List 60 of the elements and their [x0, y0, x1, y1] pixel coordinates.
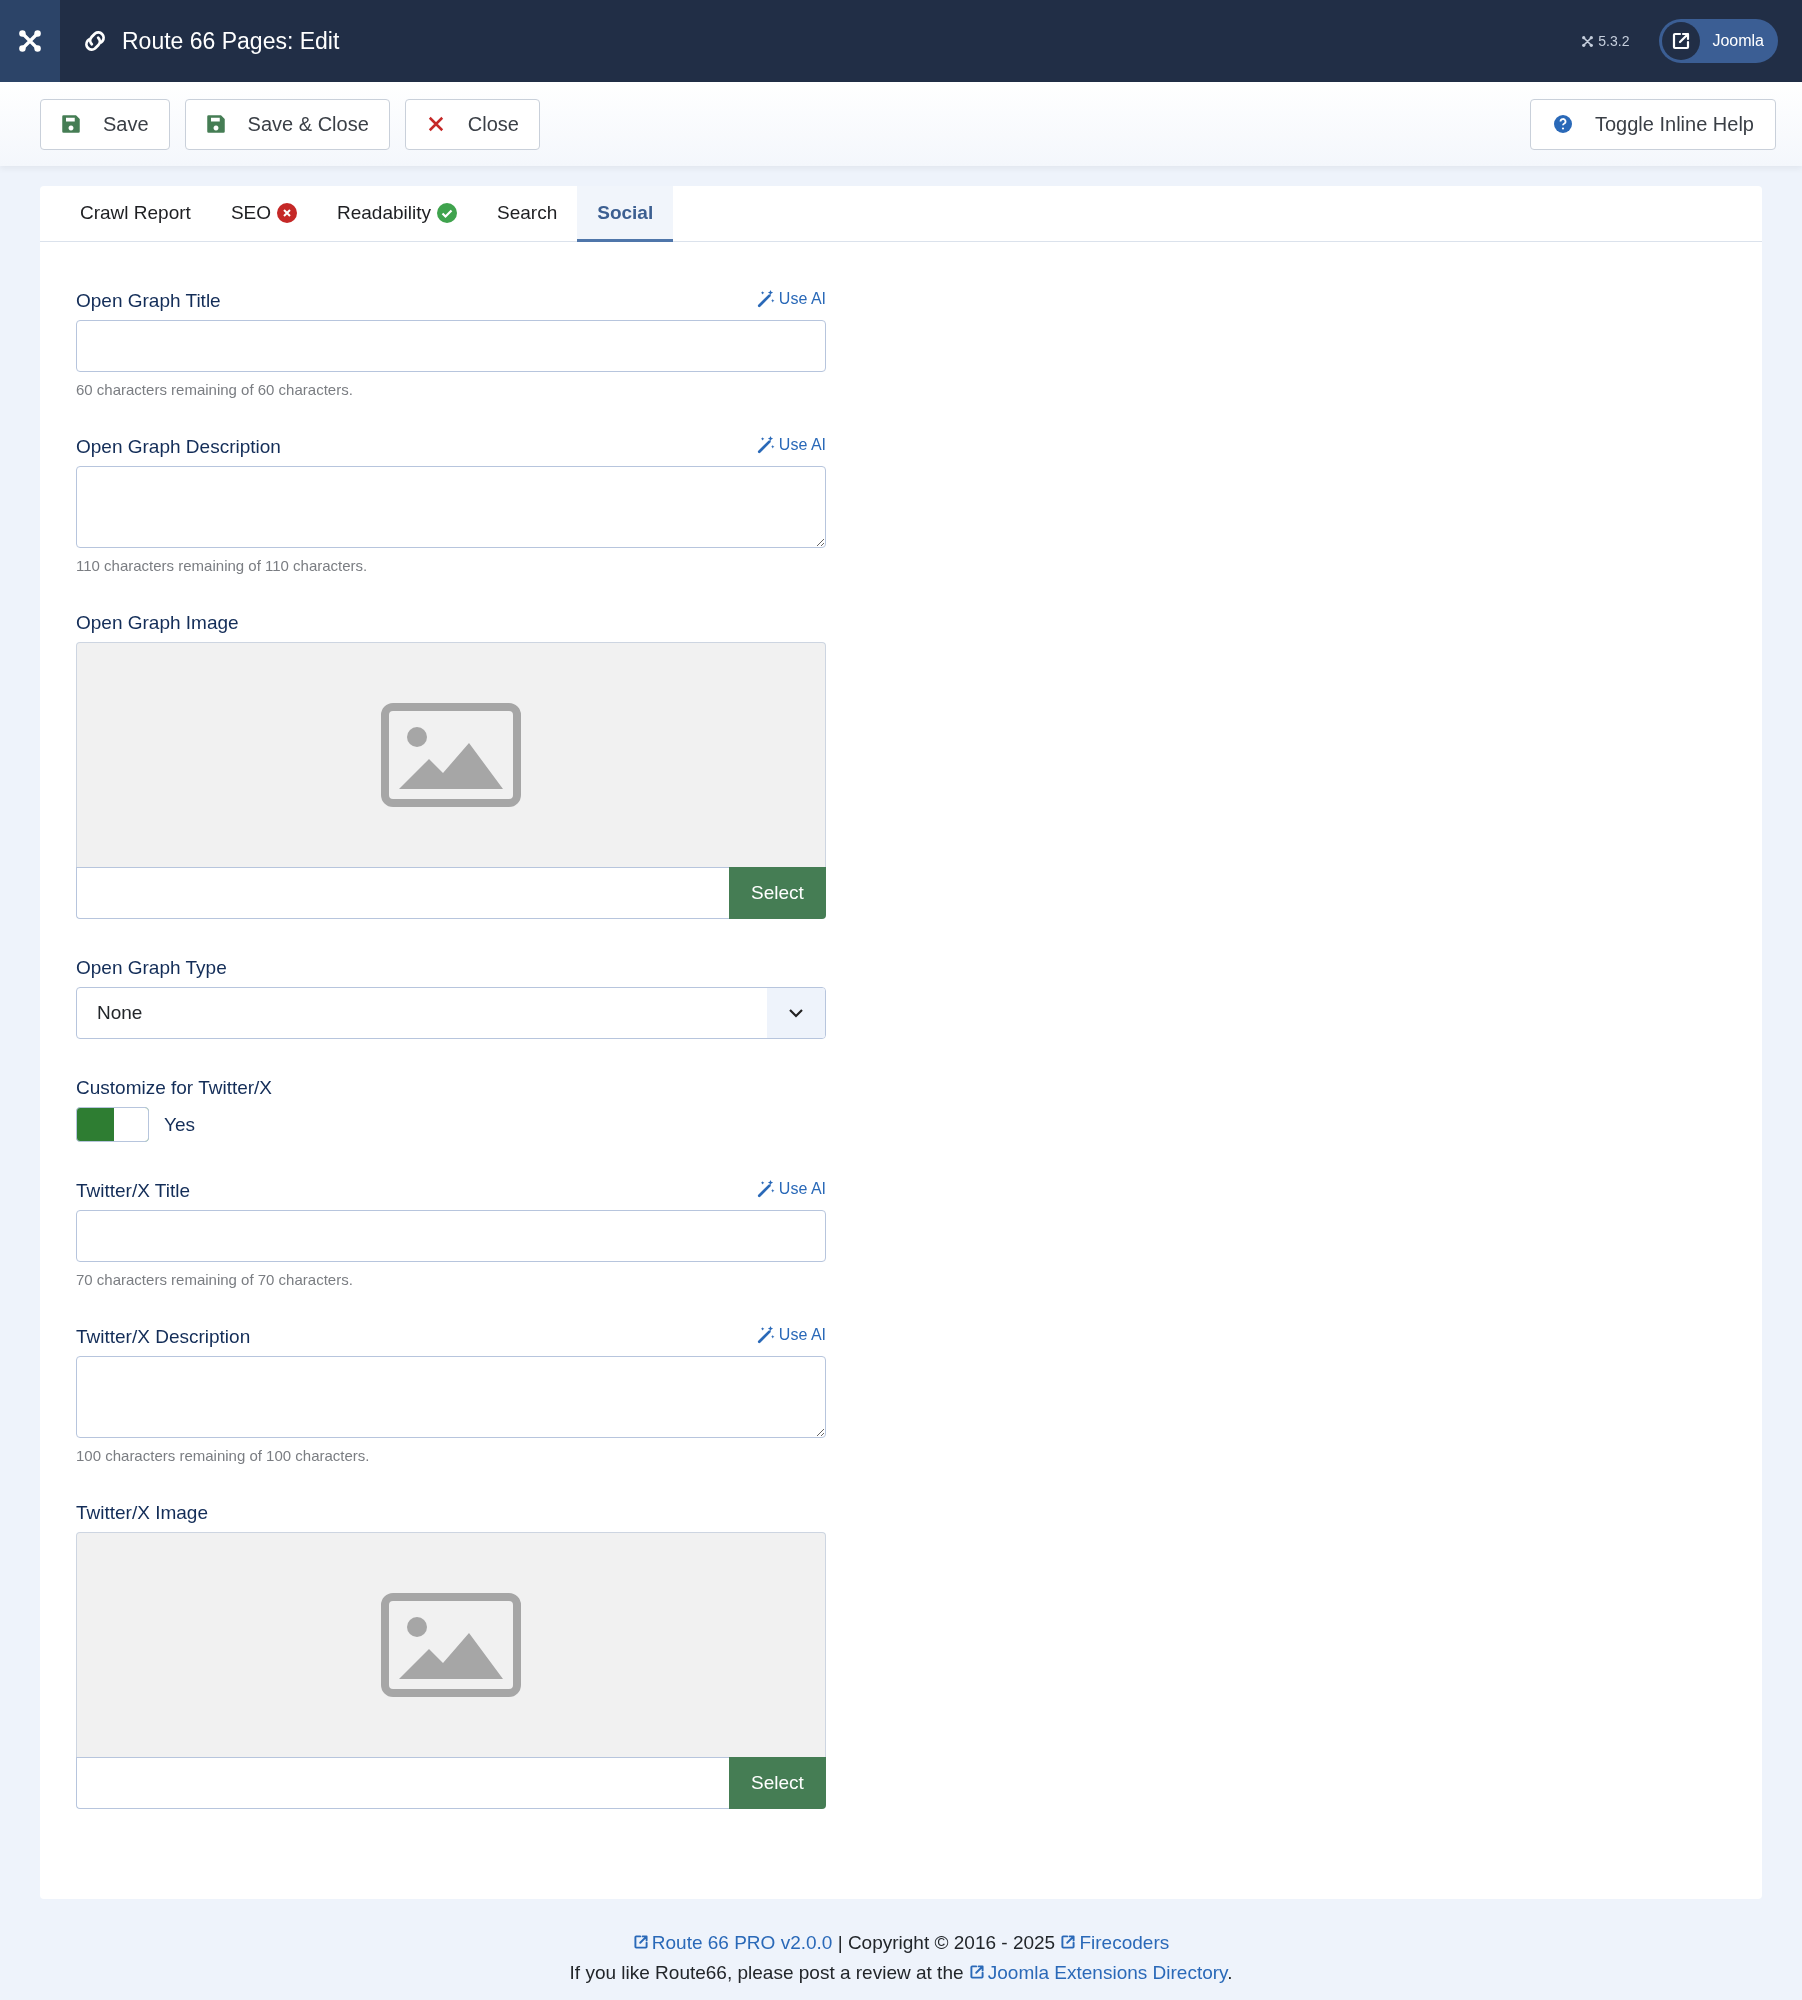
toolbar-button[interactable]: Close [404, 98, 540, 150]
image-placeholder-icon [381, 703, 521, 807]
logo-tile[interactable] [0, 0, 60, 82]
magic-wand-icon [756, 290, 775, 308]
field-label: Twitter/X Image [76, 1502, 208, 1524]
field-label: Open Graph Image [76, 612, 239, 634]
text-field[interactable] [76, 320, 826, 372]
character-counter: 110 characters remaining of 110 characters. [76, 557, 369, 574]
page-title: Route 66 Pages: Edit [122, 27, 340, 55]
tab[interactable]: Social [577, 186, 674, 242]
help-icon [1553, 114, 1573, 134]
toolbar-button[interactable]: Save & Close [184, 98, 390, 150]
toggle-switch[interactable] [76, 1107, 149, 1142]
select-button[interactable]: Select [729, 867, 826, 919]
character-counter: 100 characters remaining of 100 characters. [76, 1447, 371, 1464]
image-path-field[interactable] [76, 1757, 729, 1809]
logo-icon [1581, 34, 1595, 48]
use-ai-link[interactable]: Use AI [756, 436, 826, 454]
tab[interactable]: Crawl Report [60, 186, 211, 242]
logo-icon [17, 28, 43, 54]
toggle-label: Yes [164, 1113, 195, 1136]
site-button[interactable]: Joomla [1659, 19, 1778, 63]
field-label: Twitter/X Description [76, 1326, 251, 1348]
external-link-icon [968, 1964, 985, 1980]
footer-link[interactable]: Route 66 PRO v2.0.0 [632, 1932, 833, 1953]
field-label: Customize for Twitter/X [76, 1077, 273, 1099]
field-label: Open Graph Type [76, 957, 227, 979]
text-area[interactable] [76, 466, 826, 548]
character-counter: 70 characters remaining of 70 characters. [76, 1271, 354, 1288]
use-ai-link[interactable]: Use AI [756, 1326, 826, 1344]
field-label: Twitter/X Title [76, 1180, 191, 1202]
footer-text: If you like Route66, please post a review at the Joomla Extensions Directory. [568, 1961, 1234, 1985]
external-link-icon [632, 1934, 649, 1950]
check-icon [437, 202, 457, 223]
field-label: Open Graph Title [76, 290, 221, 312]
tab[interactable]: SEO [210, 186, 317, 242]
image-path-field[interactable] [76, 867, 729, 919]
select-button[interactable]: Select [729, 1757, 826, 1809]
help-button[interactable]: Toggle Inline Help [1530, 98, 1776, 150]
text-area[interactable] [76, 1356, 826, 1438]
character-counter: 60 characters remaining of 60 characters. [76, 381, 354, 398]
magic-wand-icon [756, 1180, 775, 1198]
text-field[interactable] [76, 1210, 826, 1262]
tab[interactable]: Readability [317, 186, 477, 242]
external-link-icon [1671, 31, 1692, 51]
tab[interactable]: Search [477, 186, 578, 242]
dropdown[interactable]: None [76, 987, 826, 1039]
magic-wand-icon [756, 436, 775, 454]
magic-wand-icon [756, 1326, 775, 1344]
toolbar-button[interactable]: Save [40, 98, 170, 150]
image-placeholder-icon [381, 1593, 521, 1697]
error-icon [277, 202, 297, 223]
footer-text: Route 66 PRO v2.0.0 | Copyright © 2016 - 2025 Firecoders [0, 1931, 1802, 1955]
external-link-icon [1060, 1934, 1077, 1950]
use-ai-link[interactable]: Use AI [756, 290, 826, 308]
footer-link[interactable]: Joomla Extensions Directory [968, 1962, 1228, 1983]
use-ai-link[interactable]: Use AI [756, 1180, 826, 1198]
version-label: 5.3.2 [1598, 33, 1630, 49]
footer-link[interactable]: Firecoders [1060, 1932, 1170, 1953]
field-label: Open Graph Description [76, 436, 281, 458]
